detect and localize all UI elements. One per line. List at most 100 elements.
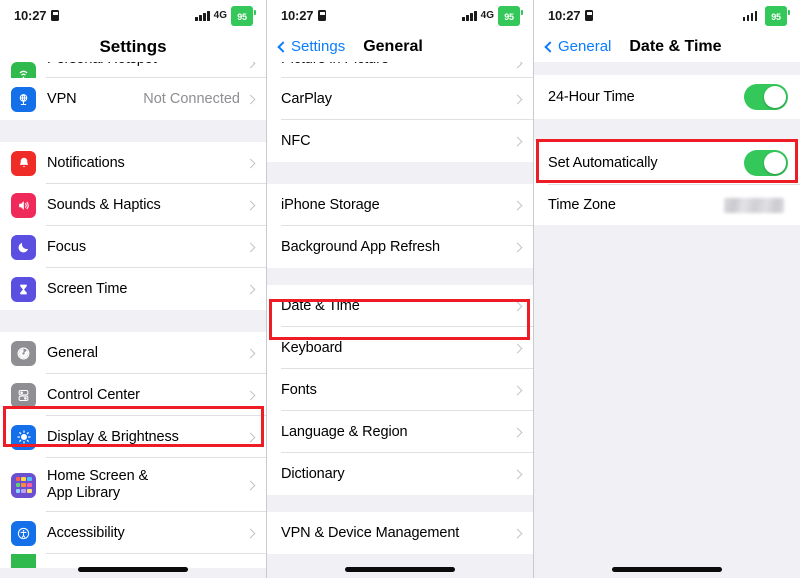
toggle-24-hour-time[interactable]	[744, 84, 788, 110]
chevron-right-icon	[245, 348, 256, 358]
battery-level-label: 95	[504, 11, 514, 22]
signal-bars-icon	[195, 10, 210, 21]
back-button-label: Settings	[291, 38, 346, 55]
sounds-speaker-icon	[11, 192, 36, 218]
chevron-left-icon	[544, 40, 556, 53]
row-time-zone[interactable]: Time Zone	[534, 185, 800, 225]
settings-group-connectivity: Personal Hotspot VPN Not Connected	[0, 62, 266, 120]
signal-bars-icon	[462, 10, 477, 21]
toggle-set-automatically[interactable]	[744, 150, 788, 176]
row-home-screen-app-library[interactable]: Home Screen & App Library	[0, 458, 266, 512]
row-label: Sounds & Haptics	[47, 196, 161, 213]
row-dictionary[interactable]: Dictionary	[267, 453, 533, 495]
row-personal-hotspot[interactable]: Personal Hotspot	[0, 62, 266, 78]
status-bar: 10:27 95	[534, 0, 800, 31]
phone-screen-settings: 10:27 4G 95 Settings VPN Not Connected N…	[0, 0, 267, 578]
row-label: Date & Time	[281, 297, 360, 314]
vpn-icon	[11, 86, 36, 112]
three-phone-screenshots: 10:27 4G 95 Settings VPN Not Connected N…	[0, 0, 800, 578]
time-zone-value-redacted	[724, 197, 784, 213]
status-bar-right: 4G 95	[195, 5, 256, 26]
row-language-region[interactable]: Language & Region	[267, 411, 533, 453]
row-label: iPhone Storage	[281, 196, 380, 213]
status-time: 10:27	[548, 8, 581, 23]
row-display-brightness[interactable]: Display & Brightness	[0, 416, 266, 458]
speaker-glyph	[16, 198, 31, 213]
row-value: Not Connected	[143, 91, 240, 107]
row-next-partial[interactable]	[0, 554, 266, 568]
row-set-automatically[interactable]: Set Automatically	[534, 141, 800, 185]
battery-badge: 95	[498, 5, 523, 26]
row-label: Home Screen & App Library	[47, 468, 149, 501]
home-screen-grid-icon	[11, 472, 36, 498]
back-button-label: General	[558, 38, 612, 55]
chevron-right-icon	[512, 427, 523, 437]
back-button[interactable]: General	[544, 38, 612, 55]
row-iphone-storage[interactable]: iPhone Storage	[267, 184, 533, 226]
group-gap	[534, 62, 800, 75]
row-label: Accessibility	[47, 524, 125, 541]
accessibility-icon	[11, 520, 36, 546]
battery-badge: 95	[231, 5, 256, 26]
general-group-media: Picture in Picture CarPlay NFC	[267, 62, 533, 162]
row-label: Display & Brightness	[47, 428, 179, 445]
status-bar: 10:27 4G 95	[0, 0, 266, 31]
row-vpn[interactable]: VPN Not Connected	[0, 78, 266, 120]
row-screen-time[interactable]: Screen Time	[0, 268, 266, 310]
row-fonts[interactable]: Fonts	[267, 369, 533, 411]
row-label: 24-Hour Time	[548, 88, 635, 105]
row-label: Personal Hotspot	[47, 62, 247, 68]
lock-icon	[51, 10, 60, 21]
row-label: NFC	[281, 132, 311, 149]
row-label: Notifications	[47, 154, 125, 171]
group-gap	[267, 495, 533, 512]
row-label: Picture in Picture	[281, 62, 514, 68]
chevron-right-icon	[512, 385, 523, 395]
row-label: Set Automatically	[548, 154, 658, 171]
chevron-right-icon	[245, 432, 256, 442]
row-24-hour-time[interactable]: 24-Hour Time	[534, 75, 800, 119]
status-time: 10:27	[14, 8, 47, 23]
partial-next-icon	[11, 554, 36, 568]
chevron-right-icon	[245, 284, 256, 294]
group-gap	[0, 310, 266, 332]
row-label: Dictionary	[281, 465, 345, 482]
gear-glyph	[15, 345, 32, 362]
row-focus[interactable]: Focus	[0, 226, 266, 268]
sliders-glyph	[16, 388, 31, 403]
chevron-right-icon	[245, 200, 256, 210]
personal-hotspot-icon	[11, 62, 36, 78]
phone-screen-date-time: 10:27 95 General Date & Time 24-Hour Tim…	[534, 0, 800, 578]
chevron-right-icon	[512, 94, 523, 104]
chevron-right-icon	[512, 528, 523, 538]
row-sounds-haptics[interactable]: Sounds & Haptics	[0, 184, 266, 226]
row-vpn-device-management[interactable]: VPN & Device Management	[267, 512, 533, 554]
chevron-right-icon	[245, 480, 256, 490]
chevron-right-icon	[512, 301, 523, 311]
row-nfc[interactable]: NFC	[267, 120, 533, 162]
toggle-knob	[764, 86, 786, 108]
battery-level-label: 95	[237, 11, 247, 22]
row-date-time[interactable]: Date & Time	[267, 285, 533, 327]
row-label: VPN & Device Management	[281, 524, 460, 541]
status-bar-right: 4G 95	[462, 5, 523, 26]
brightness-sun-glyph	[16, 429, 32, 445]
row-accessibility[interactable]: Accessibility	[0, 512, 266, 554]
vpn-globe-glyph	[16, 92, 31, 107]
row-label: Control Center	[47, 386, 140, 403]
row-label: VPN	[47, 90, 77, 107]
row-label: Keyboard	[281, 339, 343, 356]
sidebar-item-general[interactable]: General	[0, 332, 266, 374]
row-control-center[interactable]: Control Center	[0, 374, 266, 416]
status-bar-left: 10:27	[281, 8, 327, 23]
general-group-management: VPN & Device Management	[267, 512, 533, 554]
group-gap	[0, 120, 266, 142]
row-picture-in-picture[interactable]: Picture in Picture	[267, 62, 533, 78]
row-keyboard[interactable]: Keyboard	[267, 327, 533, 369]
hotspot-glyph	[16, 67, 31, 78]
row-background-app-refresh[interactable]: Background App Refresh	[267, 226, 533, 268]
page-title: Date & Time	[629, 37, 722, 55]
row-notifications[interactable]: Notifications	[0, 142, 266, 184]
back-button[interactable]: Settings	[277, 38, 346, 55]
row-carplay[interactable]: CarPlay	[267, 78, 533, 120]
